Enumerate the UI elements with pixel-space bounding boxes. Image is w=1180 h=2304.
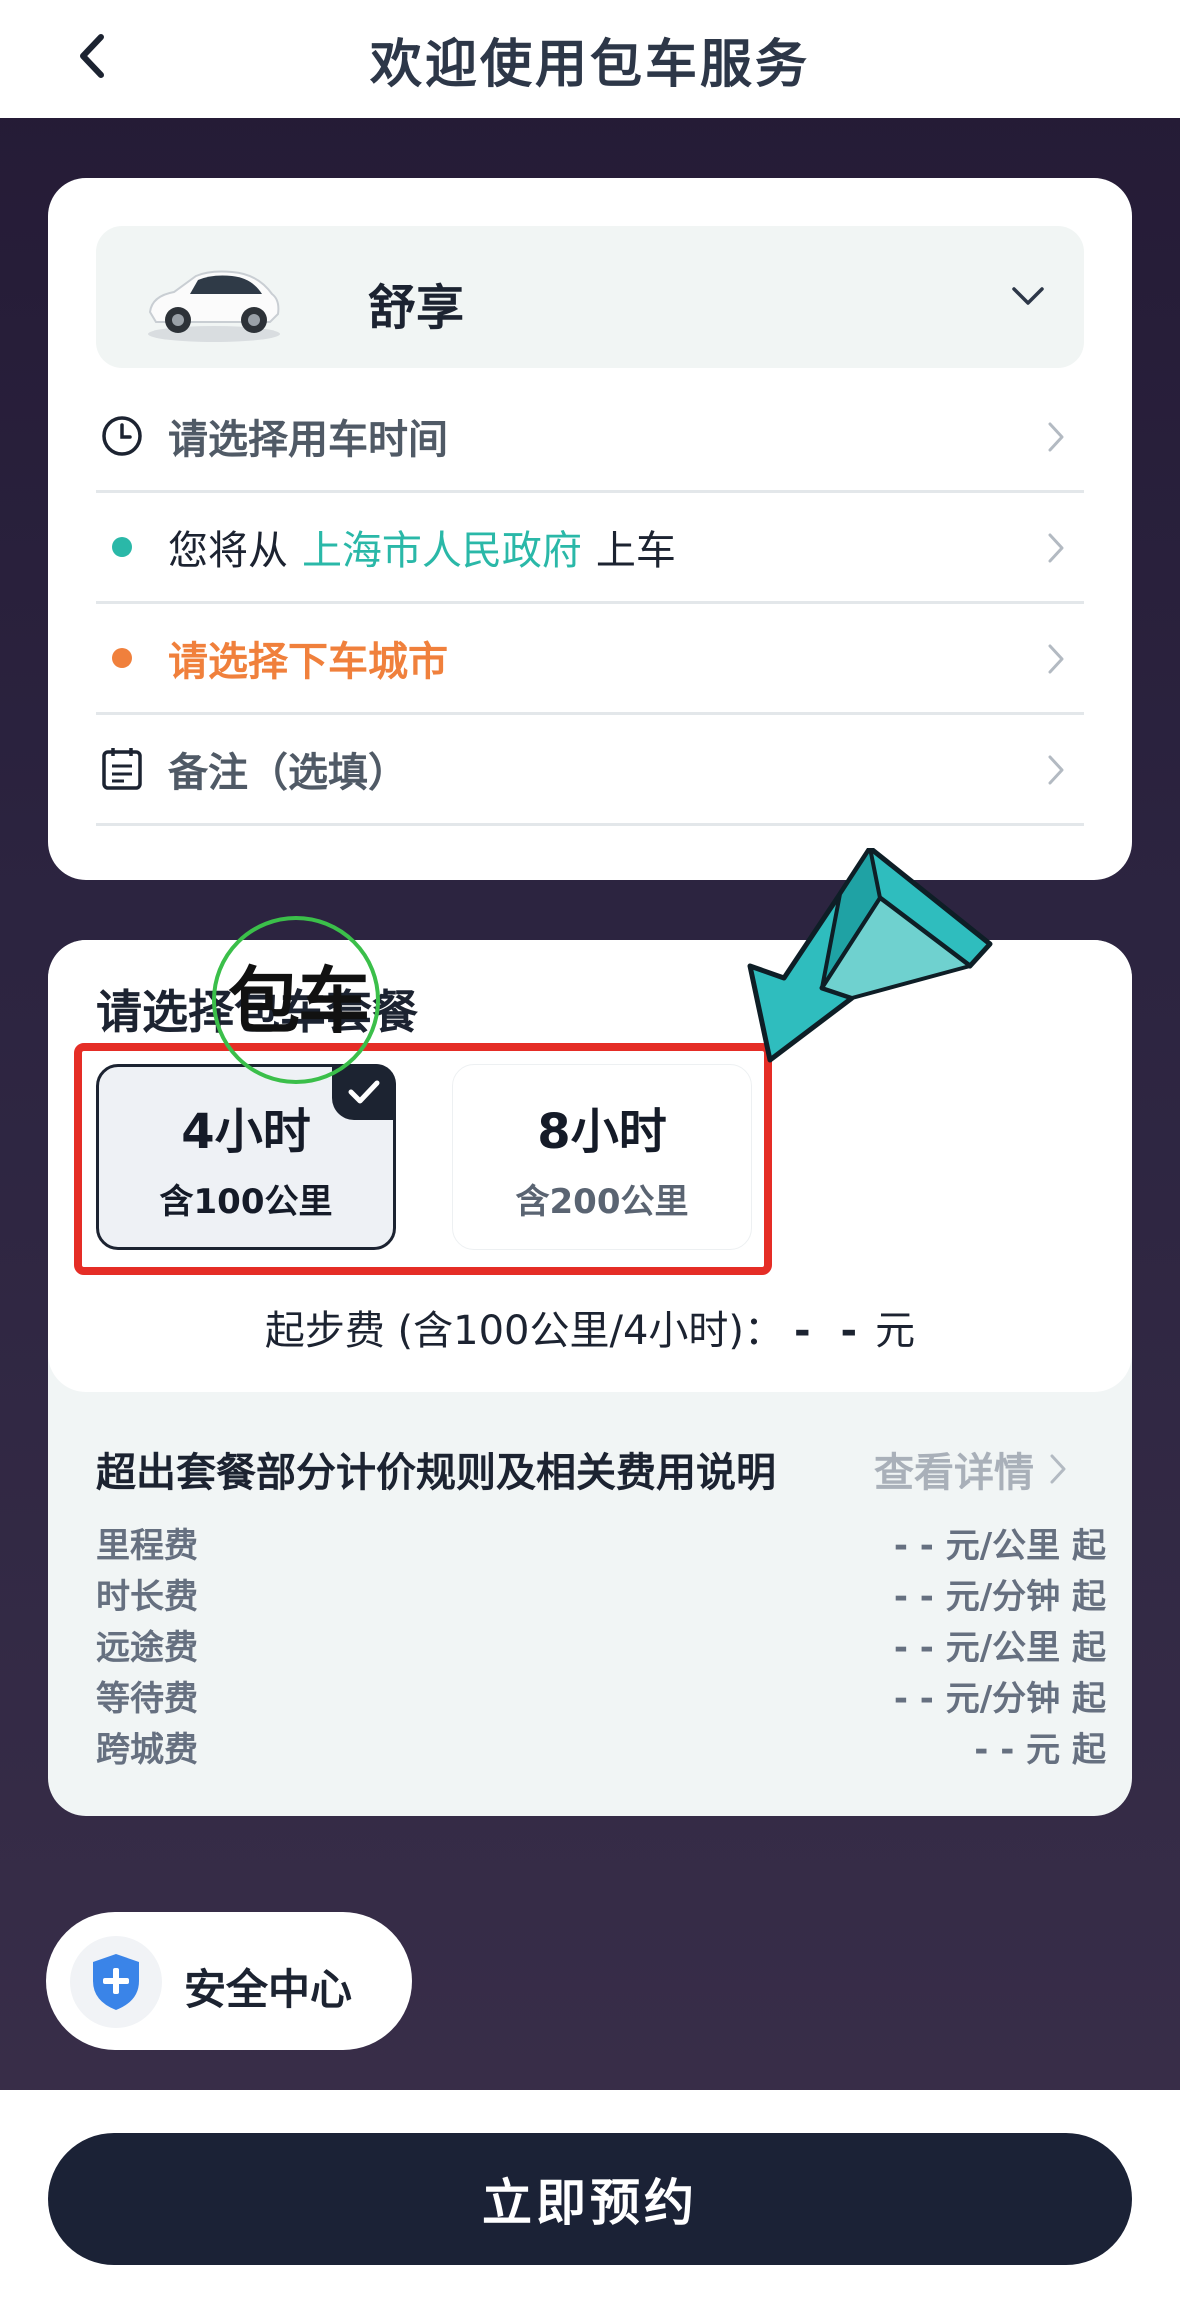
dropoff-dot-icon [112,648,132,668]
app-header: 欢迎使用包车服务 [0,0,1180,118]
rule-row: 时长费 - - 元/分钟 起 [96,1569,1106,1621]
car-type-selector[interactable]: 舒享 [96,226,1084,368]
safety-center-button[interactable]: 安全中心 [46,1912,412,2050]
note-label: 备注（选填） [168,750,408,796]
time-label: 请选择用车时间 [168,417,448,463]
book-now-label: 立即预约 [482,2174,698,2232]
clock-icon [102,416,142,456]
car-type-name: 舒享 [368,280,465,336]
base-fee-value: - - [794,1308,866,1354]
footer: 立即预约 [0,2090,1180,2304]
shield-icon-wrapper [70,1936,162,2028]
rule-label: 远途费 [96,1628,198,1668]
view-details-link[interactable]: 查看详情 [874,1440,1070,1498]
rule-label: 跨城费 [96,1730,198,1770]
note-row[interactable]: 备注（选填） [96,715,1084,826]
base-fee-unit: 元 [875,1308,916,1354]
notes-icon [102,748,142,790]
annotation-arrow-icon [747,848,993,1063]
view-details-label: 查看详情 [874,1450,1034,1496]
rule-row: 远途费 - - 元/公里 起 [96,1620,1106,1672]
rule-label: 等待费 [96,1679,198,1719]
chevron-right-icon [1050,1454,1066,1484]
chevron-right-icon [1048,533,1064,563]
trip-card: 舒享 请选择用车时间 您将从 上海市人民政府 上车 请选择下车城市 备注（选填） [48,178,1132,880]
rule-value: - - 元 起 [974,1730,1106,1770]
time-row[interactable]: 请选择用车时间 [96,382,1084,493]
annotation-highlight-box [74,1043,772,1275]
back-button[interactable] [62,26,122,86]
pickup-text: 您将从 上海市人民政府 上车 [168,518,676,576]
pickup-dot-icon [112,537,132,557]
book-now-button[interactable]: 立即预约 [48,2133,1132,2265]
rule-row: 里程费 - - 元/公里 起 [96,1518,1106,1570]
pickup-prefix: 您将从 [168,528,288,574]
rule-value: - - 元/公里 起 [893,1628,1106,1668]
pickup-place: 上海市人民政府 [301,528,582,574]
chevron-right-icon [1048,422,1064,452]
car-icon [148,270,280,342]
chevron-down-icon [1012,287,1044,305]
rule-value: - - 元/分钟 起 [893,1577,1106,1617]
dropoff-label: 请选择下车城市 [168,639,448,685]
rules-title: 超出套餐部分计价规则及相关费用说明 [96,1450,776,1496]
rule-value: - - 元/公里 起 [893,1526,1106,1566]
base-fee-label: 起步费 (含100公里/4小时)： [264,1308,785,1354]
safety-center-label: 安全中心 [184,1965,353,2014]
chevron-left-icon [80,34,104,78]
shield-icon [93,1954,139,2010]
dropoff-row[interactable]: 请选择下车城市 [96,604,1084,715]
base-fee-line: 起步费 (含100公里/4小时)： - -元 [48,1298,1132,1356]
pickup-suffix: 上车 [595,528,676,574]
chevron-right-icon [1048,755,1064,785]
rule-label: 时长费 [96,1577,198,1617]
pickup-row[interactable]: 您将从 上海市人民政府 上车 [96,493,1084,604]
chevron-right-icon [1048,644,1064,674]
annotation-text: 包车 [228,959,370,1043]
rule-row: 等待费 - - 元/分钟 起 [96,1671,1106,1723]
page-title: 欢迎使用包车服务 [369,34,810,95]
rule-label: 里程费 [96,1526,198,1566]
rule-value: - - 元/分钟 起 [893,1679,1106,1719]
rule-row: 跨城费 - - 元 起 [96,1722,1106,1774]
